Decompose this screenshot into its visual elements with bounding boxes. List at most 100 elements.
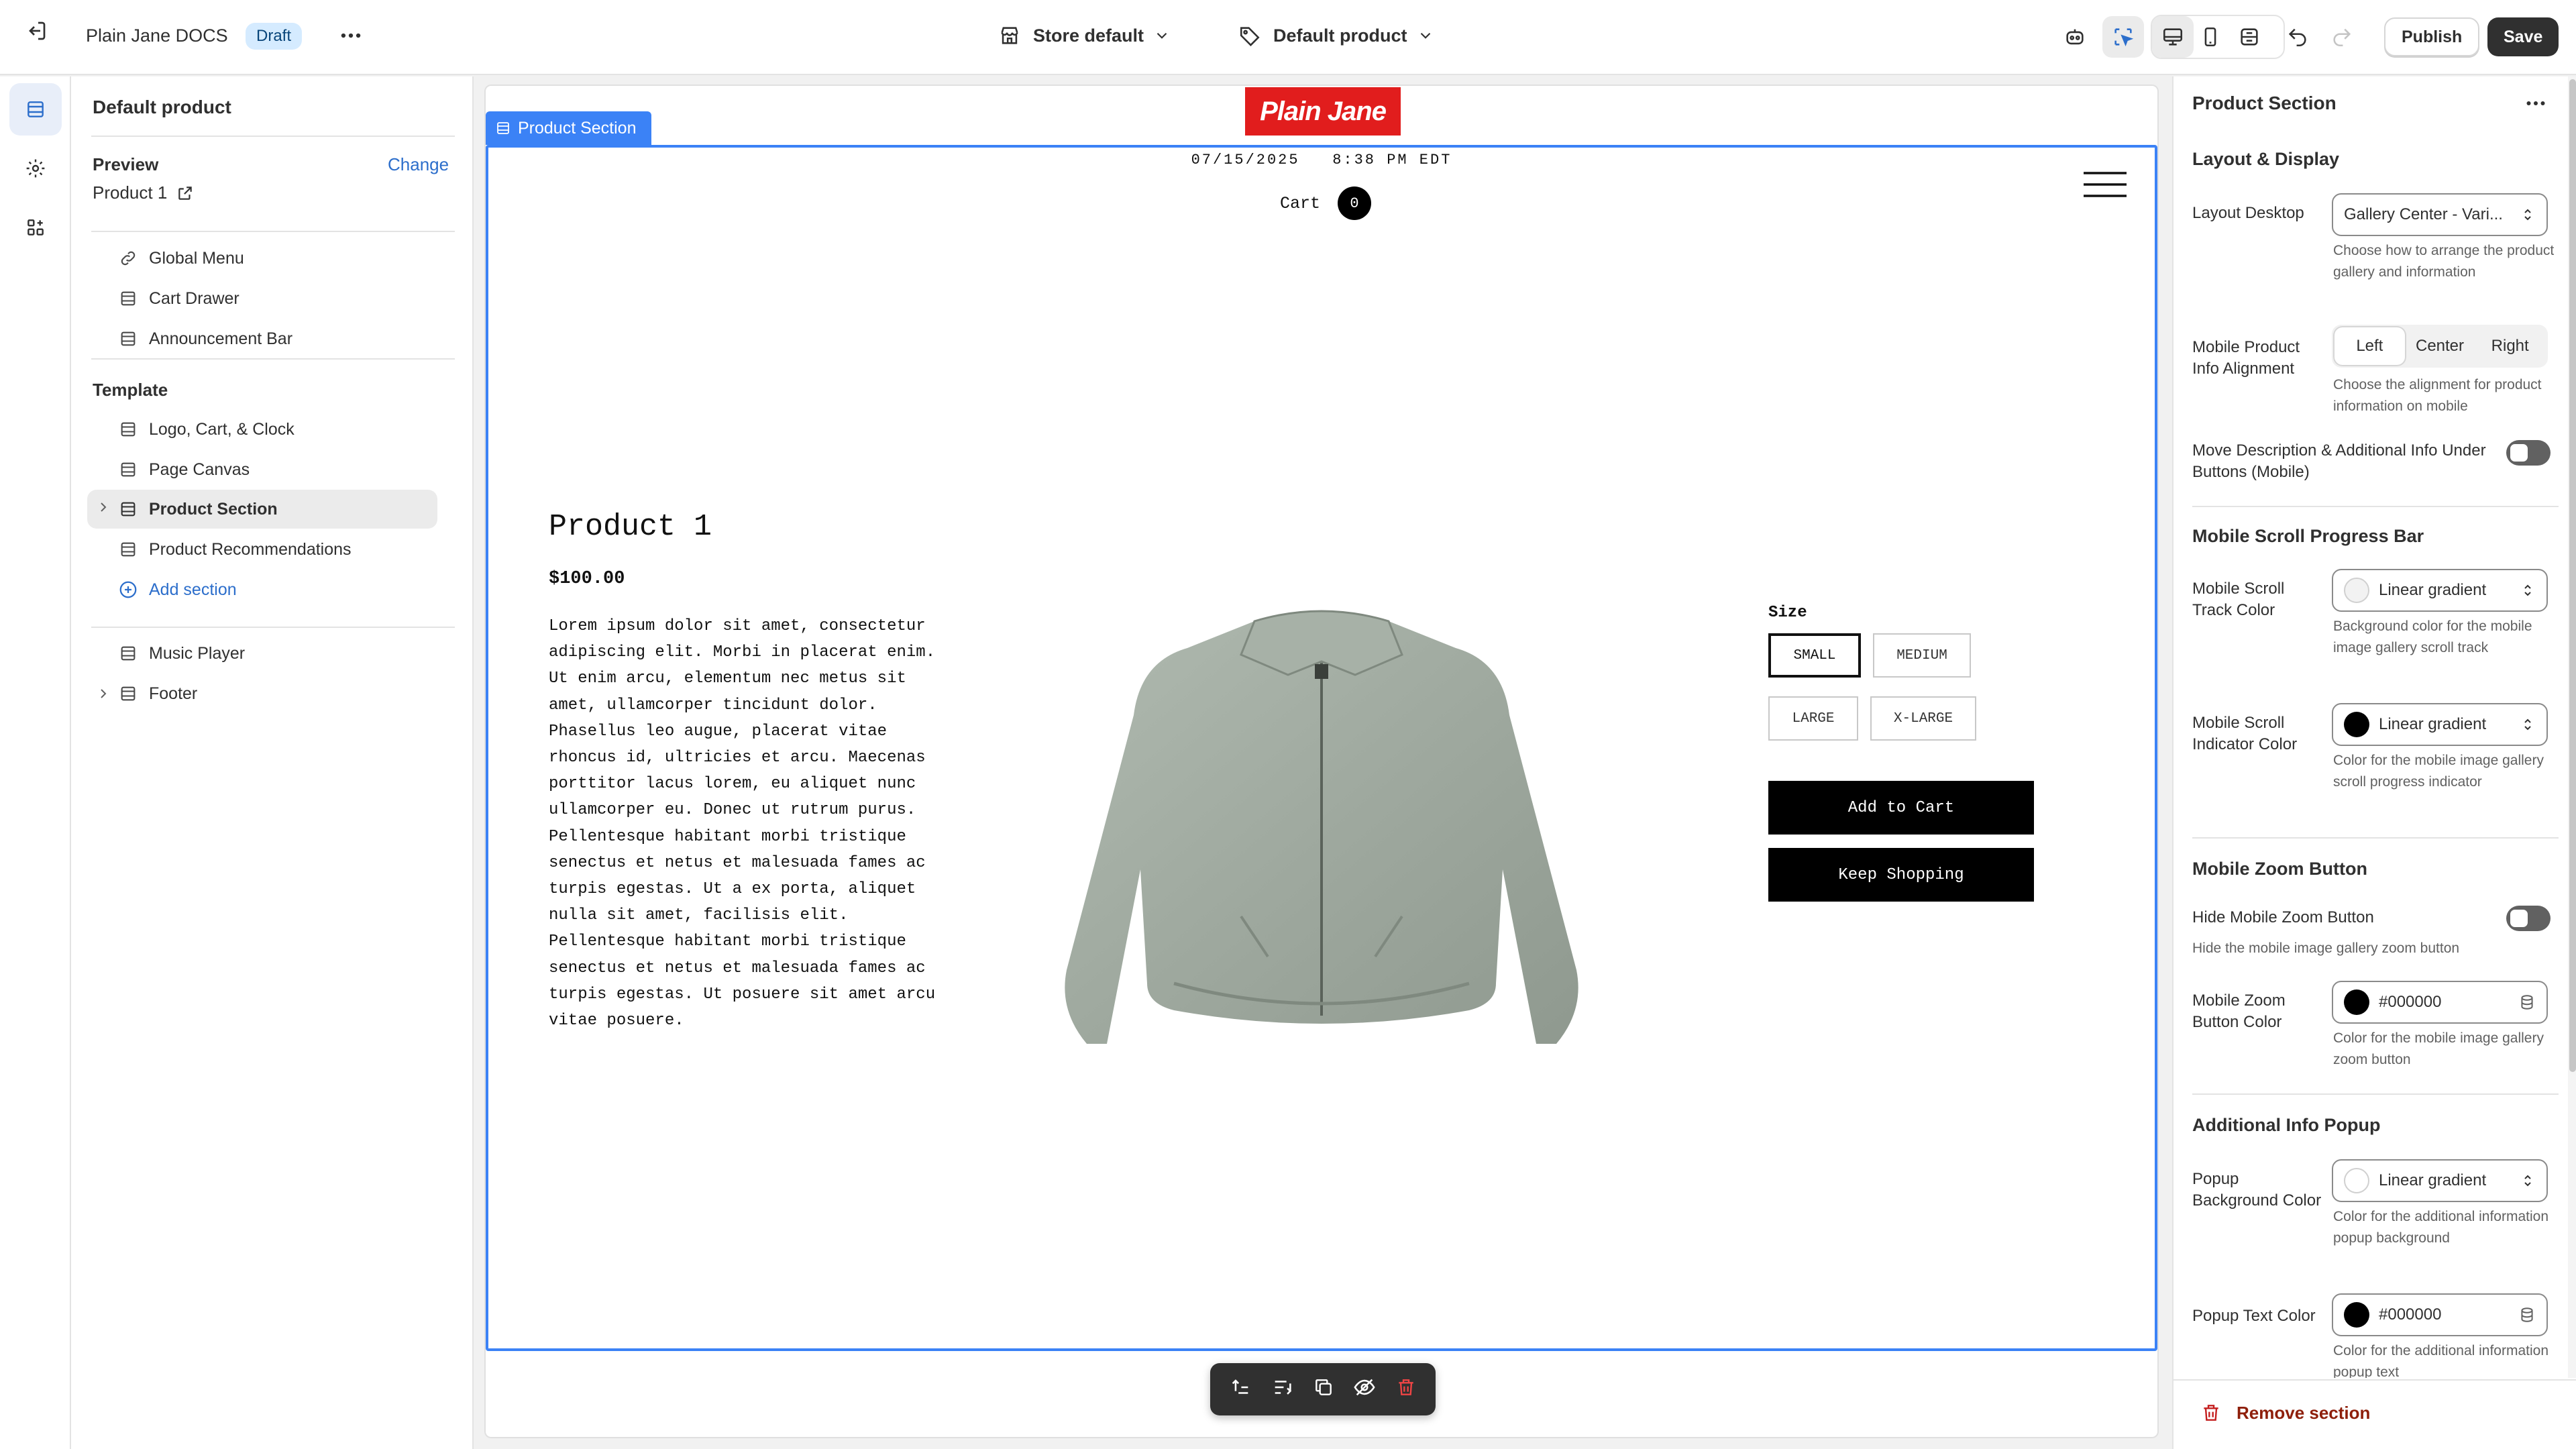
popup-text-label: Popup Text Color xyxy=(2192,1307,2316,1325)
theme-settings-tab[interactable] xyxy=(9,142,62,195)
plus-circle-icon xyxy=(118,580,138,600)
sidebar-item-footer[interactable]: Footer xyxy=(118,676,197,711)
fullscreen-view-button[interactable] xyxy=(2229,16,2270,58)
popup-bg-picker[interactable]: Linear gradient xyxy=(2332,1159,2548,1202)
scroll-heading: Mobile Scroll Progress Bar xyxy=(2192,526,2424,546)
desktop-view-button[interactable] xyxy=(2152,16,2194,58)
track-color-label: Mobile Scroll Track Color xyxy=(2192,580,2285,619)
popup-heading: Additional Info Popup xyxy=(2192,1115,2381,1135)
popup-text-value: #000000 xyxy=(2379,1305,2442,1324)
product-title: Product 1 xyxy=(549,510,712,544)
duplicate-button[interactable] xyxy=(1313,1377,1334,1403)
section-icon xyxy=(118,499,138,519)
align-right-option[interactable]: Right xyxy=(2475,327,2545,365)
store-logo[interactable]: Plain Jane xyxy=(1245,87,1401,136)
move-down-button[interactable] xyxy=(1271,1376,1294,1403)
mobile-view-button[interactable] xyxy=(2190,16,2231,58)
popup-bg-label: Popup Background Color xyxy=(2192,1170,2322,1210)
add-section-button[interactable]: Add section xyxy=(118,572,237,607)
keep-shopping-button[interactable]: Keep Shopping xyxy=(1768,848,2034,902)
select-arrows-icon xyxy=(2524,1175,2531,1187)
undo-button[interactable] xyxy=(2277,16,2318,58)
preview-product-link[interactable]: Product 1 xyxy=(93,182,194,203)
inspector-button[interactable] xyxy=(2102,16,2144,58)
track-color-picker[interactable]: Linear gradient xyxy=(2332,569,2548,612)
sidebar-item-music-player[interactable]: Music Player xyxy=(118,636,245,671)
chevron-down-icon xyxy=(1420,32,1430,39)
more-actions-button[interactable] xyxy=(338,23,364,48)
delete-button[interactable] xyxy=(1395,1377,1417,1403)
scrollbar-thumb[interactable] xyxy=(2569,79,2576,1072)
save-button[interactable]: Save xyxy=(2487,17,2559,56)
redo-button[interactable] xyxy=(2321,16,2363,58)
preview-label: Preview xyxy=(93,154,159,174)
trash-icon xyxy=(2204,1405,2218,1421)
sidebar-item-page-canvas[interactable]: Page Canvas xyxy=(118,452,250,487)
layout-desktop-select[interactable]: Gallery Center - Vari... xyxy=(2332,193,2548,236)
move-up-icon xyxy=(1232,1379,1248,1394)
size-option-x-large[interactable]: X-LARGE xyxy=(1870,696,1976,741)
sections-tab[interactable] xyxy=(9,83,62,136)
zoom-color-label: Mobile Zoom Button Color xyxy=(2192,991,2286,1031)
zoom-color-help: Color for the mobile image gallery zoom … xyxy=(2333,1030,2544,1067)
menu-button[interactable] xyxy=(2082,170,2128,203)
desktop-icon xyxy=(2163,28,2183,46)
sidebar-item-product-section[interactable]: Product Section xyxy=(118,492,278,527)
popup-text-picker[interactable]: #000000 xyxy=(2332,1293,2548,1336)
expand-chevron-button[interactable] xyxy=(95,499,111,520)
add-to-cart-button[interactable]: Add to Cart xyxy=(1768,781,2034,835)
remove-section-label: Remove section xyxy=(2237,1402,2371,1423)
apps-tab[interactable] xyxy=(9,201,62,254)
sidebar-item-global-menu[interactable]: Global Menu xyxy=(118,241,244,276)
align-left-option[interactable]: Left xyxy=(2334,327,2405,365)
section-icon xyxy=(118,684,138,704)
sidebar-item-announcement-bar[interactable]: Announcement Bar xyxy=(118,321,292,356)
template-heading: Template xyxy=(93,380,168,400)
change-preview-link[interactable]: Change xyxy=(388,154,449,175)
cart-link[interactable]: Cart 0 xyxy=(1280,186,1372,220)
mobile-align-label: Mobile Product Info Alignment xyxy=(2192,338,2300,378)
ellipsis-icon xyxy=(341,33,361,38)
chevron-right-icon xyxy=(101,689,107,698)
layout-desktop-value: Gallery Center - Vari... xyxy=(2344,205,2503,223)
zoom-color-picker[interactable]: #000000 xyxy=(2332,981,2548,1024)
sidebar-item-logo-cart-clock[interactable]: Logo, Cart, & Clock xyxy=(118,412,294,447)
cart-count-badge: 0 xyxy=(1338,186,1372,220)
move-up-button[interactable] xyxy=(1229,1376,1252,1403)
sidebar-item-product-recommendations[interactable]: Product Recommendations xyxy=(118,532,352,567)
hide-zoom-toggle[interactable] xyxy=(2506,906,2551,931)
preview-canvas: Plain Jane Product Section 07/15/2025 8:… xyxy=(486,86,2157,1437)
ai-assistant-button[interactable] xyxy=(2054,16,2096,58)
align-center-option[interactable]: Center xyxy=(2405,327,2475,365)
popup-text-swatch xyxy=(2344,1302,2369,1328)
sidebar-item-label: Page Canvas xyxy=(149,460,250,479)
remove-section-button[interactable]: Remove section xyxy=(2200,1402,2370,1424)
sidebar-item-label: Cart Drawer xyxy=(149,288,239,308)
expand-chevron-button[interactable] xyxy=(95,686,111,706)
sidebar-item-label: Footer xyxy=(149,684,198,703)
chevron-right-icon xyxy=(101,502,107,512)
size-option-large[interactable]: LARGE xyxy=(1768,696,1858,741)
popup-bg-value: Linear gradient xyxy=(2379,1171,2487,1189)
indicator-color-help: Color for the mobile image gallery scrol… xyxy=(2333,753,2544,790)
sidebar-item-label: Product Recommendations xyxy=(149,539,352,559)
publish-button[interactable]: Publish xyxy=(2384,17,2480,56)
product-image[interactable] xyxy=(1040,581,1603,1071)
indicator-color-picker[interactable]: Linear gradient xyxy=(2332,703,2548,746)
template-picker[interactable]: Default product xyxy=(1238,24,1434,47)
indicator-color-label: Mobile Scroll Indicator Color xyxy=(2192,714,2298,753)
section-icon xyxy=(118,460,138,480)
sidebar-item-cart-drawer[interactable]: Cart Drawer xyxy=(118,281,239,316)
move-description-toggle[interactable] xyxy=(2506,440,2551,466)
section-tag[interactable]: Product Section xyxy=(486,111,651,145)
settings-more-button[interactable] xyxy=(2524,91,2548,120)
hide-button[interactable] xyxy=(1353,1376,1376,1403)
settings-scrollbar[interactable] xyxy=(2568,76,2576,1378)
ellipsis-icon xyxy=(2526,101,2545,105)
store-picker[interactable]: Store default xyxy=(998,24,1171,47)
move-down-icon xyxy=(1275,1380,1291,1395)
exit-button[interactable] xyxy=(24,19,48,43)
tag-icon xyxy=(1240,27,1260,46)
size-option-medium[interactable]: MEDIUM xyxy=(1873,633,1971,678)
size-option-small[interactable]: SMALL xyxy=(1768,633,1861,678)
